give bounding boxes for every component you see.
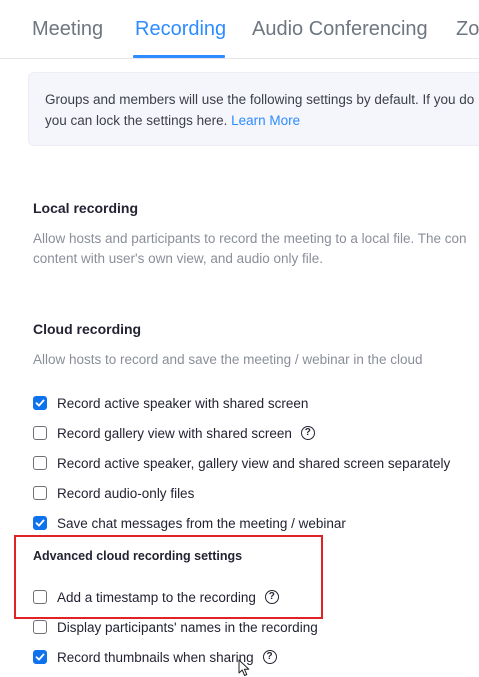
option-record-active-speaker[interactable]: Record active speaker with shared screen xyxy=(33,393,308,413)
settings-tabs: Meeting Recording Audio Conferencing Zo xyxy=(0,0,479,59)
advanced-settings-title: Advanced cloud recording settings xyxy=(33,549,243,563)
option-label: Record active speaker with shared screen xyxy=(57,395,309,411)
mouse-cursor-icon xyxy=(238,659,250,676)
check-icon xyxy=(35,653,45,661)
option-record-audio-only[interactable]: Record audio-only files xyxy=(33,483,194,503)
local-recording-title: Local recording xyxy=(33,200,139,216)
tab-meeting[interactable]: Meeting xyxy=(32,18,103,41)
checkbox-checked[interactable] xyxy=(33,516,47,530)
question-circle-icon[interactable]: ? xyxy=(264,590,279,604)
option-save-chat-messages[interactable]: Save chat messages from the meeting / we… xyxy=(33,513,346,533)
option-label: Display participants' names in the recor… xyxy=(57,619,318,635)
tab-recording[interactable]: Recording xyxy=(135,18,226,41)
active-tab-indicator xyxy=(133,55,225,58)
info-banner: Groups and members will use the followin… xyxy=(28,72,479,146)
recording-settings-page: Meeting Recording Audio Conferencing Zo … xyxy=(0,0,479,677)
option-display-participant-names[interactable]: Display participants' names in the recor… xyxy=(33,617,318,637)
option-add-timestamp[interactable]: Add a timestamp to the recording ? xyxy=(33,587,279,607)
banner-text-line2: you can lock the settings here. Learn Mo… xyxy=(45,113,301,128)
check-icon xyxy=(35,519,45,527)
option-label: Record active speaker, gallery view and … xyxy=(57,455,451,471)
local-recording-desc-line2: content with user's own view, and audio … xyxy=(33,251,323,266)
learn-more-link[interactable]: Learn More xyxy=(231,113,300,128)
tab-zoom-rooms[interactable]: Zo xyxy=(456,18,479,41)
question-circle-icon[interactable]: ? xyxy=(300,426,315,440)
checkbox-checked[interactable] xyxy=(33,650,47,664)
checkbox-unchecked[interactable] xyxy=(33,590,47,604)
option-label: Save chat messages from the meeting / we… xyxy=(57,515,346,531)
local-recording-desc-line1: Allow hosts and participants to record t… xyxy=(33,231,467,246)
option-label: Record gallery view with shared screen xyxy=(57,425,292,441)
banner-text-line1: Groups and members will use the followin… xyxy=(45,92,475,107)
option-label: Record thumbnails when sharing xyxy=(57,649,254,665)
question-circle-icon[interactable]: ? xyxy=(262,650,277,664)
cloud-recording-desc: Allow hosts to record and save the meeti… xyxy=(33,352,423,367)
option-record-gallery-view[interactable]: Record gallery view with shared screen ? xyxy=(33,423,315,443)
checkbox-unchecked[interactable] xyxy=(33,426,47,440)
cloud-recording-title: Cloud recording xyxy=(33,321,142,337)
checkbox-checked[interactable] xyxy=(33,396,47,410)
option-label: Add a timestamp to the recording xyxy=(57,589,256,605)
check-icon xyxy=(35,399,45,407)
checkbox-unchecked[interactable] xyxy=(33,486,47,500)
option-label: Record audio-only files xyxy=(57,485,195,501)
checkbox-unchecked[interactable] xyxy=(33,620,47,634)
option-record-separately[interactable]: Record active speaker, gallery view and … xyxy=(33,453,450,473)
checkbox-unchecked[interactable] xyxy=(33,456,47,470)
tab-audio-conferencing[interactable]: Audio Conferencing xyxy=(252,18,428,41)
